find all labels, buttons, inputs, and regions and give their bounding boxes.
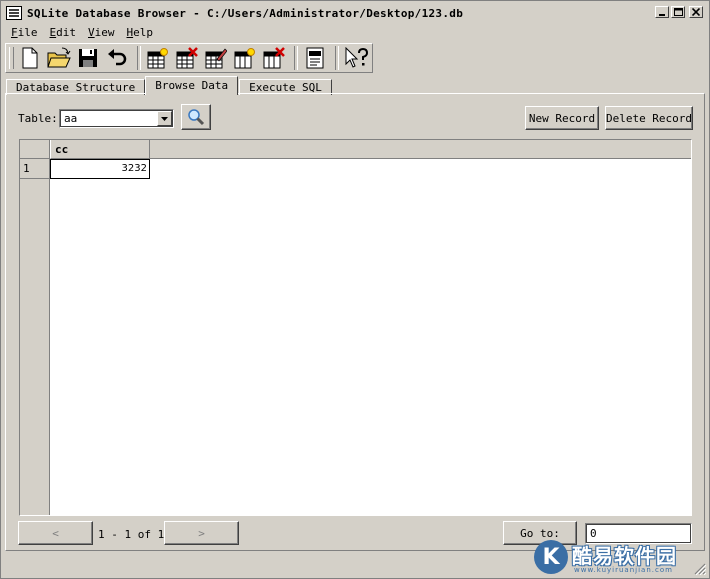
new-database-icon (22, 47, 38, 69)
column-header[interactable]: cc (50, 140, 150, 159)
next-label: > (198, 526, 205, 540)
menu-bar: File Edit View Help (5, 24, 159, 41)
menu-edit[interactable]: Edit (44, 26, 83, 39)
create-table-button[interactable] (145, 45, 171, 71)
delete-index-icon (263, 47, 285, 69)
new-database-button[interactable] (17, 45, 43, 71)
maximize-button[interactable] (671, 6, 685, 18)
toolbar-separator (335, 46, 339, 70)
new-record-button[interactable]: New Record (525, 106, 599, 130)
column-header-fill (150, 140, 691, 159)
tab-bar: Database Structure Browse Data Execute S… (6, 75, 332, 95)
menu-view[interactable]: View (82, 26, 121, 39)
watermark: K 酷易软件园 www.kuyiruanjian.com (534, 536, 709, 578)
row-header[interactable]: 1 (20, 159, 50, 179)
table-select-value: aa (64, 112, 78, 125)
delete-table-icon (176, 47, 198, 69)
whats-this-button[interactable] (343, 45, 369, 71)
create-table-icon (147, 48, 168, 69)
close-icon (692, 8, 700, 16)
search-icon (188, 109, 205, 126)
grid-data-area[interactable] (50, 159, 691, 515)
table-label: Table: (18, 112, 58, 125)
save-button[interactable] (75, 45, 101, 71)
delete-index-button[interactable] (261, 45, 287, 71)
modify-table-icon (205, 48, 227, 69)
next-record-button[interactable]: > (164, 521, 239, 545)
title-bar[interactable]: SQLite Database Browser - C:/Users/Admin… (3, 3, 707, 23)
delete-table-button[interactable] (174, 45, 200, 71)
undo-icon (108, 49, 127, 66)
table-select-dropdown-button[interactable] (157, 111, 172, 126)
record-position: 1 - 1 of 1 (98, 528, 165, 541)
watermark-url: www.kuyiruanjian.com (574, 566, 673, 574)
previous-label: < (52, 526, 59, 540)
sql-log-button[interactable] (302, 45, 328, 71)
menu-view-label: iew (94, 26, 115, 39)
modify-table-button[interactable] (203, 45, 229, 71)
maximize-icon (673, 8, 683, 16)
undo-button[interactable] (104, 45, 130, 71)
chevron-down-icon (161, 116, 168, 121)
toolbar-separator (294, 46, 298, 70)
data-grid[interactable]: cc 1 3232 (19, 139, 692, 516)
menu-file-accel: F (11, 26, 18, 39)
toolbar-grip[interactable] (9, 47, 14, 69)
menu-help[interactable]: Help (121, 26, 160, 39)
close-button[interactable] (689, 6, 703, 18)
row-header-column (20, 159, 50, 515)
menu-edit-label: dit (56, 26, 76, 39)
watermark-logo: K (534, 540, 568, 574)
create-index-button[interactable] (232, 45, 258, 71)
log-icon (306, 47, 324, 69)
menu-view-accel: V (88, 26, 95, 39)
menu-help-label: elp (133, 26, 153, 39)
open-database-icon (47, 47, 71, 68)
minimize-button[interactable] (655, 6, 669, 18)
whats-this-icon (345, 47, 368, 68)
watermark-text: 酷易软件园 (572, 544, 677, 568)
app-window: SQLite Database Browser - C:/Users/Admin… (0, 0, 710, 579)
previous-record-button[interactable]: < (18, 521, 93, 545)
search-button[interactable] (181, 104, 211, 130)
save-icon (79, 49, 97, 67)
app-menu-icon[interactable] (6, 6, 22, 20)
table-select[interactable]: aa (59, 109, 174, 128)
minimize-icon (659, 14, 665, 16)
menu-file-label: ile (17, 26, 38, 39)
toolbar (5, 43, 373, 73)
grid-corner[interactable] (20, 140, 50, 159)
open-database-button[interactable] (46, 45, 72, 71)
create-index-icon (234, 48, 255, 69)
menu-file[interactable]: File (5, 26, 44, 39)
delete-record-button[interactable]: Delete Record (605, 106, 693, 130)
window-title: SQLite Database Browser - C:/Users/Admin… (27, 6, 464, 20)
toolbar-separator (137, 46, 141, 70)
table-cell[interactable]: 3232 (50, 159, 150, 179)
tab-browse-data[interactable]: Browse Data (145, 76, 239, 95)
